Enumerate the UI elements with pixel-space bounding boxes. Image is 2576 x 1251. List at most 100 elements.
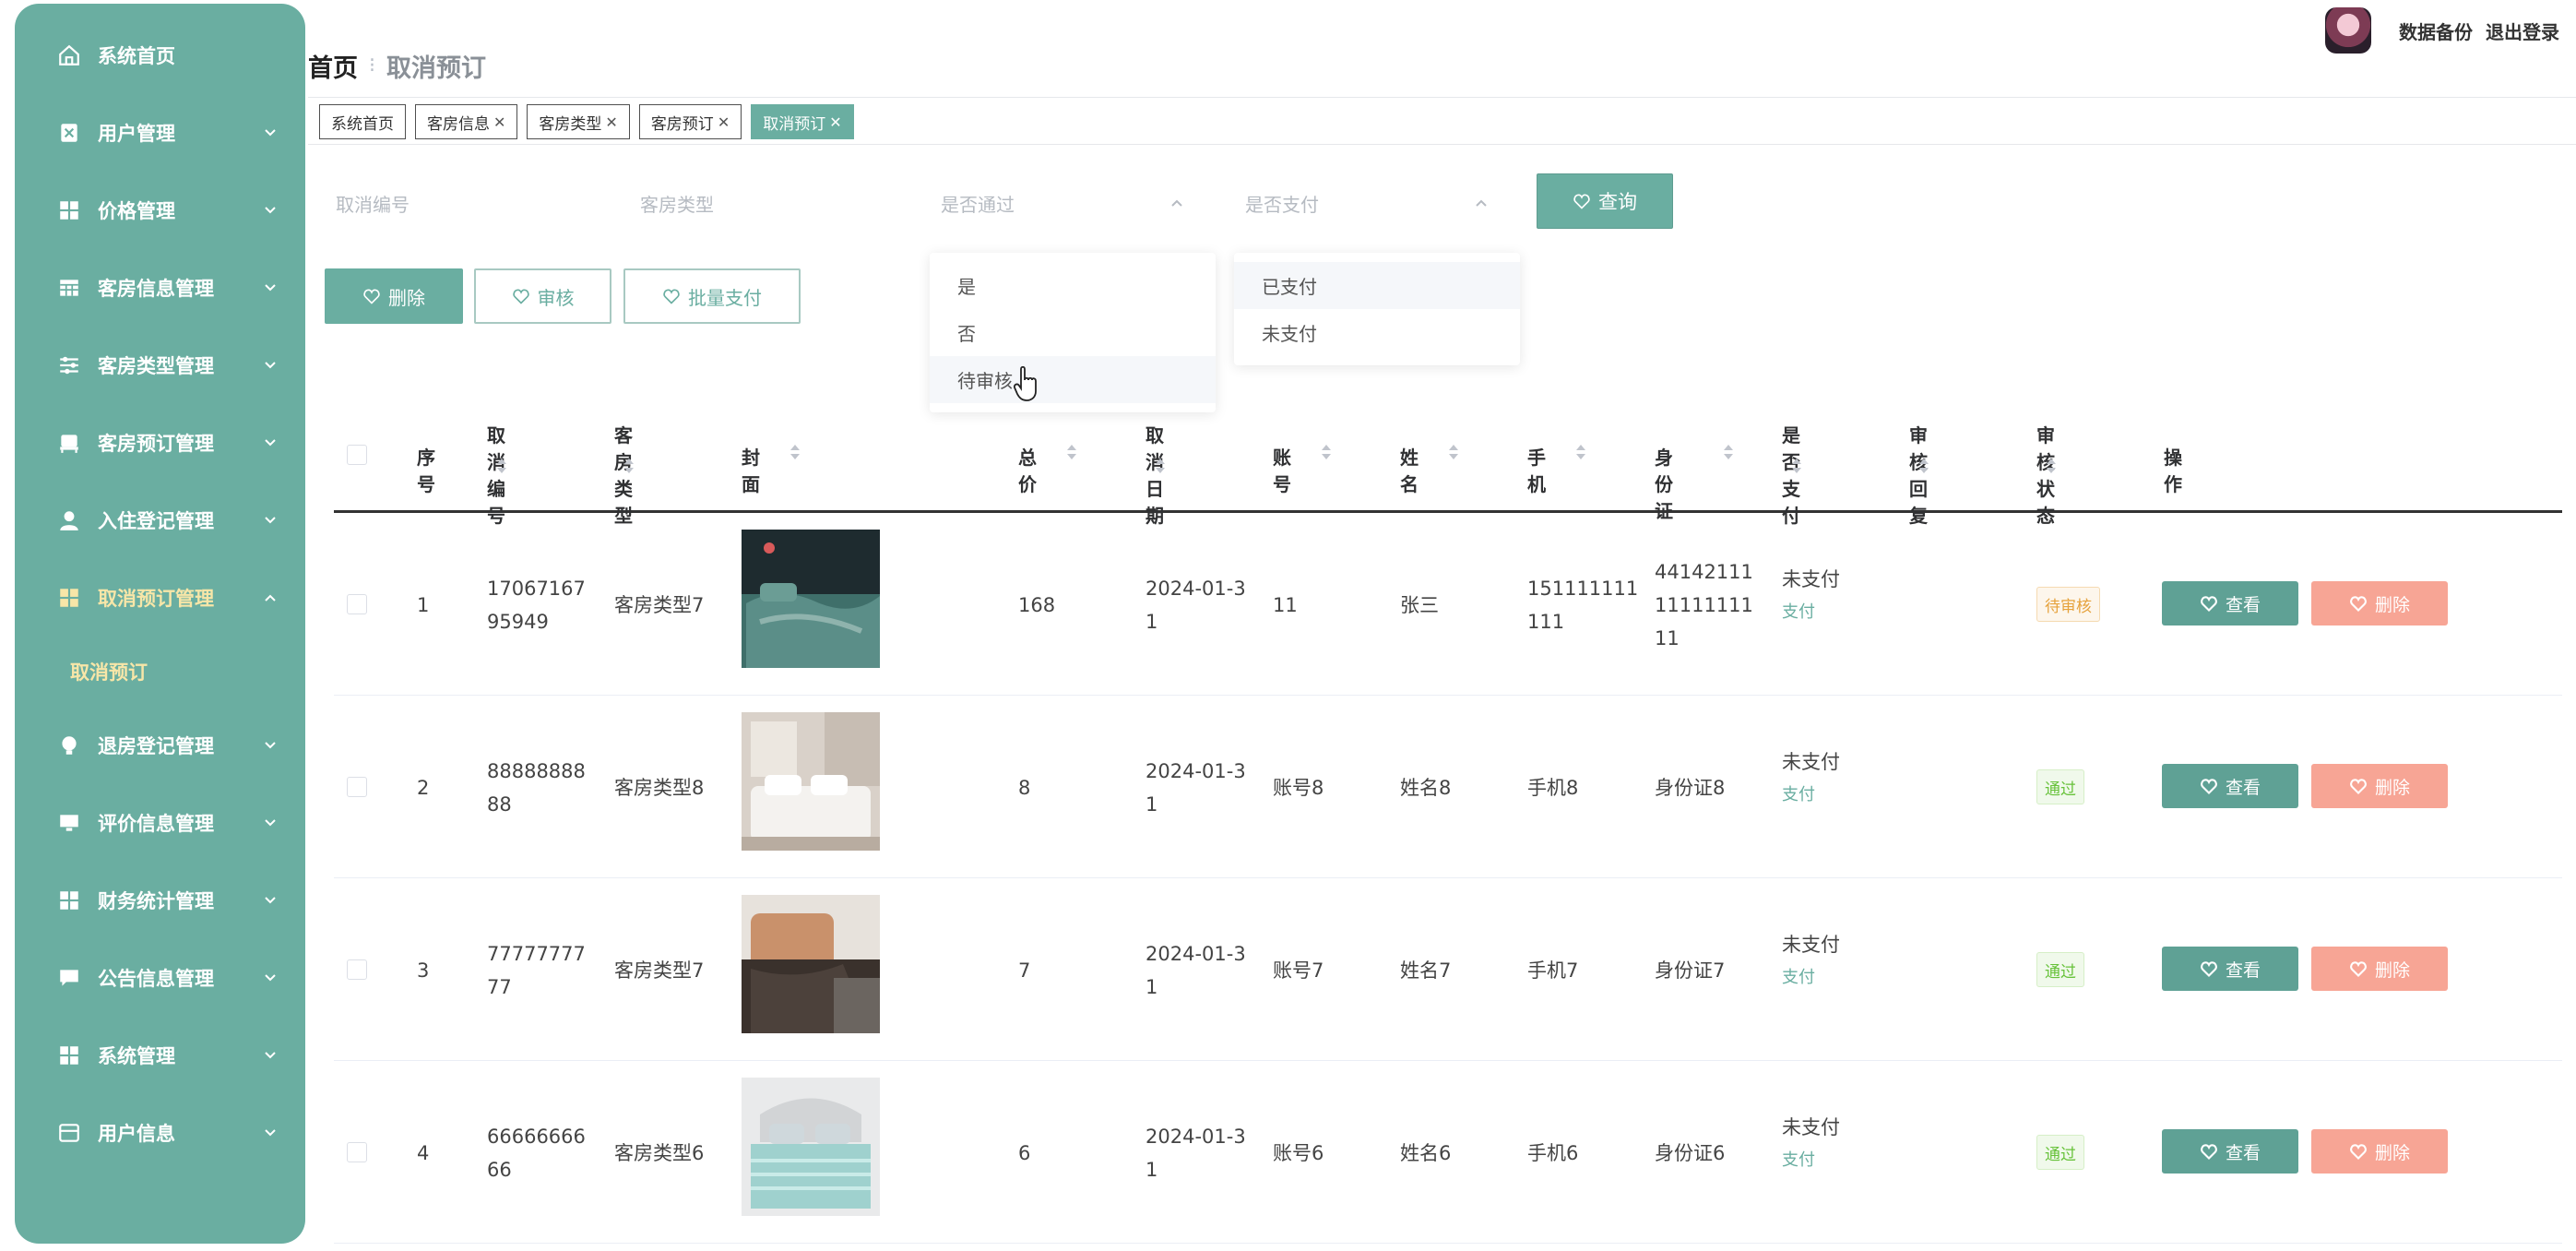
chevron-up-icon: [265, 594, 276, 602]
sliders-icon: [57, 353, 81, 377]
sidebar-item-notice[interactable]: 公告信息管理: [15, 939, 305, 1017]
sidebar-subitem-cancel-booking[interactable]: 取消预订: [15, 637, 305, 707]
pay-link[interactable]: 支付: [1782, 1144, 1840, 1177]
cover-image-bedroom-white[interactable]: [742, 712, 880, 851]
sidebar-item-system[interactable]: 系统管理: [15, 1017, 305, 1094]
delete-button[interactable]: 删除: [2311, 581, 2448, 626]
paid-select[interactable]: 是否支付: [1229, 177, 1505, 229]
sort-icon[interactable]: [1575, 444, 1586, 460]
cover-image-bed-mint[interactable]: [742, 1078, 880, 1216]
view-button[interactable]: 查看: [2162, 947, 2298, 991]
view-button[interactable]: 查看: [2162, 1129, 2298, 1174]
dropdown-option-unpaid[interactable]: 未支付: [1234, 309, 1520, 356]
row-checkbox[interactable]: [347, 959, 367, 980]
pay-link[interactable]: 支付: [1782, 961, 1840, 995]
cell-line: 17067167: [487, 578, 586, 600]
dropdown-option-pending[interactable]: 待审核: [930, 356, 1216, 403]
close-icon[interactable]: ✕: [493, 113, 505, 131]
close-icon[interactable]: ✕: [605, 113, 617, 131]
approved-dropdown: 是 否 待审核: [930, 253, 1216, 412]
room-type-placeholder: 客房类型: [640, 193, 714, 216]
approved-select[interactable]: 是否通过: [924, 177, 1201, 229]
row-checkbox[interactable]: [347, 1142, 367, 1162]
tag-home[interactable]: 系统首页: [319, 104, 406, 139]
sidebar-item-user-info[interactable]: 用户信息: [15, 1094, 305, 1172]
chevron-up-icon: [1171, 199, 1182, 207]
sort-icon[interactable]: [1723, 444, 1734, 460]
view-button[interactable]: 查看: [2162, 764, 2298, 808]
cell-line: 11: [1655, 627, 1680, 649]
sidebar-item-home[interactable]: 系统首页: [15, 17, 305, 94]
pay-link[interactable]: 支付: [1782, 596, 1840, 629]
sidebar-item-room-type[interactable]: 客房类型管理: [15, 327, 305, 404]
sidebar-item-price[interactable]: 价格管理: [15, 172, 305, 249]
close-icon[interactable]: ✕: [829, 113, 841, 131]
tag-room-info[interactable]: 客房信息 ✕: [415, 104, 518, 139]
delete-button[interactable]: 删除: [2311, 947, 2448, 991]
sort-icon[interactable]: [623, 458, 635, 474]
chevron-down-icon: [265, 1052, 276, 1059]
sort-icon[interactable]: [1155, 458, 1166, 474]
header-label: 封面: [742, 447, 760, 495]
delete-button[interactable]: 删除: [2311, 1129, 2448, 1174]
cover-image-bedroom-green[interactable]: [742, 530, 880, 668]
tag-cancel-booking[interactable]: 取消预订 ✕: [751, 104, 854, 139]
sidebar-item-cancel-booking[interactable]: 取消预订管理: [15, 559, 305, 637]
tags-divider: [308, 144, 2576, 145]
sidebar-item-finance[interactable]: 财务统计管理: [15, 862, 305, 939]
delete-label: 删除: [2374, 594, 2410, 615]
tag-room-type[interactable]: 客房类型 ✕: [527, 104, 630, 139]
row-checkbox[interactable]: [347, 594, 367, 614]
cell-name: 姓名6: [1400, 1142, 1452, 1164]
dropdown-option-yes[interactable]: 是: [930, 262, 1216, 309]
dropdown-option-no[interactable]: 否: [930, 309, 1216, 356]
sort-icon[interactable]: [1791, 458, 1802, 474]
room-type-input[interactable]: 客房类型: [623, 177, 900, 229]
header-label: 审核回复: [1909, 424, 1928, 527]
sidebar-item-checkout[interactable]: 退房登记管理: [15, 707, 305, 784]
pay-link[interactable]: 支付: [1782, 779, 1840, 812]
backup-link[interactable]: 数据备份: [2399, 18, 2473, 44]
cell-name: 姓名7: [1400, 959, 1452, 982]
sort-icon[interactable]: [2046, 458, 2057, 474]
sidebar-item-room-booking[interactable]: 客房预订管理: [15, 404, 305, 482]
row-checkbox[interactable]: [347, 777, 367, 797]
view-button[interactable]: 查看: [2162, 581, 2298, 626]
tag-room-booking[interactable]: 客房预订 ✕: [638, 104, 742, 139]
select-all-checkbox[interactable]: [347, 445, 367, 465]
cover-image-bed-brown[interactable]: [742, 895, 880, 1033]
cell-line: 66: [487, 1159, 512, 1181]
delete-label: 删除: [2374, 777, 2410, 798]
sort-icon[interactable]: [1918, 458, 1929, 474]
cell-room-type: 客房类型7: [614, 959, 705, 982]
sidebar-item-review[interactable]: 评价信息管理: [15, 784, 305, 862]
cell-account: 账号7: [1273, 959, 1324, 982]
batch-pay-label: 批量支付: [688, 286, 762, 309]
sort-icon[interactable]: [1066, 444, 1077, 460]
batch-delete-button[interactable]: 删除: [325, 268, 463, 324]
heart-icon: [2350, 961, 2367, 977]
sidebar-item-checkin[interactable]: 入住登记管理: [15, 482, 305, 559]
cell-room-type: 客房类型7: [614, 594, 705, 616]
sort-icon[interactable]: [1448, 444, 1459, 460]
delete-button[interactable]: 删除: [2311, 764, 2448, 808]
delete-label: 删除: [388, 286, 425, 309]
heart-icon: [663, 289, 680, 304]
close-icon[interactable]: ✕: [718, 113, 730, 131]
batch-pay-button[interactable]: 批量支付: [623, 268, 801, 324]
logout-link[interactable]: 退出登录: [2486, 18, 2559, 44]
audit-button[interactable]: 审核: [474, 268, 611, 324]
avatar[interactable]: [2325, 7, 2371, 54]
cell-name: 姓名8: [1400, 777, 1452, 799]
sidebar-item-user-manage[interactable]: 用户管理: [15, 94, 305, 172]
cell-cancel-no: 77777777 77: [487, 937, 586, 1004]
dropdown-option-paid[interactable]: 已支付: [1234, 262, 1520, 309]
sort-icon[interactable]: [1321, 444, 1332, 460]
cancel-no-input[interactable]: 取消编号: [319, 177, 596, 229]
sort-icon[interactable]: [789, 444, 801, 460]
sidebar-item-room-info[interactable]: 客房信息管理: [15, 249, 305, 327]
breadcrumb-home[interactable]: 首页: [308, 48, 358, 84]
chevron-down-icon: [265, 819, 276, 827]
query-button[interactable]: 查询: [1537, 173, 1673, 229]
sort-icon[interactable]: [496, 458, 507, 474]
